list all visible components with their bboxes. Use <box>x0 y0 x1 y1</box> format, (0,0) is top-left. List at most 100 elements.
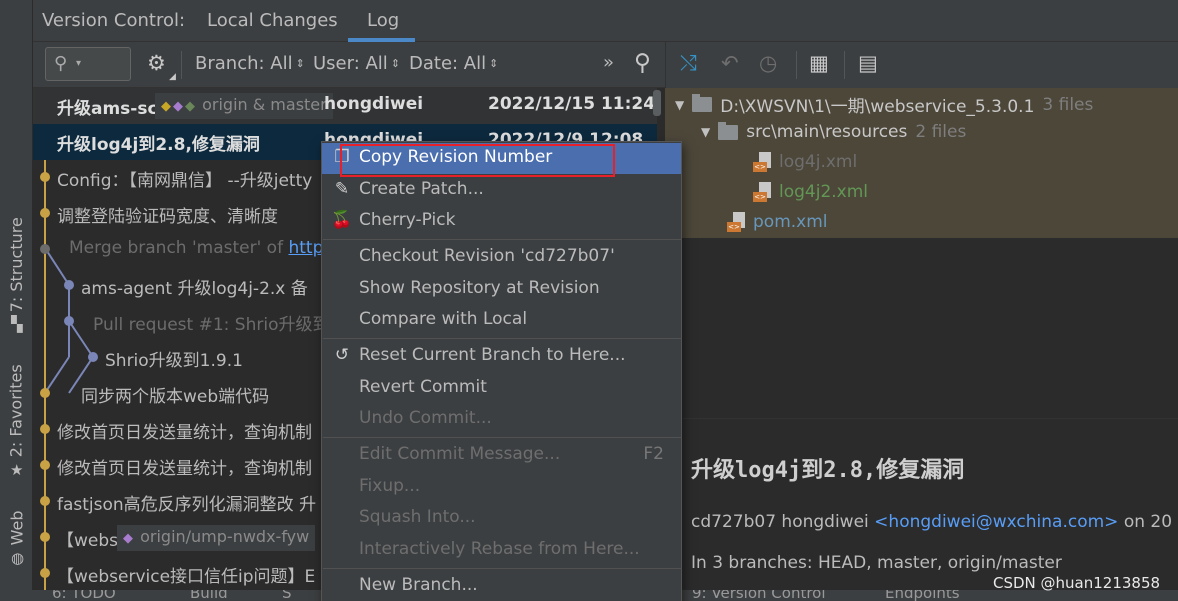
commit-subject: Config：【南网鼎信】 --升级jetty <box>57 171 313 191</box>
tab-local-changes[interactable]: Local Changes <box>207 10 338 31</box>
merge-subject-text: Merge branch 'master' of <box>69 238 289 258</box>
branch-label: ◆ origin/ump-nwdx-fyw <box>117 525 316 551</box>
menu-item-label: Undo Commit... <box>359 408 492 428</box>
search-input[interactable]: ⚲ ▾ <box>45 47 131 81</box>
gear-icon[interactable]: ⚙ <box>147 51 166 75</box>
todo-tool-tab[interactable]: 6: TODO <box>52 590 116 601</box>
author-email-link[interactable]: <hongdiwei@wxchina.com> <box>874 512 1118 532</box>
changes-toolbar: ⤭ ↶ ◷ ▦ ▤ <box>665 42 1178 88</box>
xml-file-icon: <> <box>753 152 771 172</box>
xml-file-icon: <> <box>753 182 771 202</box>
cherry-icon: 🍒 <box>331 210 353 230</box>
menu-item-label: Reset Current Branch to Here... <box>359 345 626 365</box>
menu-item-new-branch[interactable]: New Branch... <box>322 571 681 601</box>
menu-item-squash-into: Squash Into... <box>322 503 681 534</box>
tag-icon: ◆ <box>185 99 195 114</box>
history-icon[interactable]: ◷ <box>759 51 777 75</box>
web-tool-tab[interactable]: ◍ Web <box>0 500 33 575</box>
favorites-tool-tab[interactable]: ★ 2: Favorites <box>0 360 33 480</box>
menu-item-label: Compare with Local <box>359 309 528 329</box>
menu-item-reset-current-branch[interactable]: ↺ Reset Current Branch to Here... <box>322 341 681 372</box>
commit-subject: 升级ams-sc <box>57 99 158 119</box>
menu-item-revert-commit[interactable]: Revert Commit <box>322 373 681 404</box>
toolbar-divider <box>181 51 182 79</box>
menu-item-compare-with-local[interactable]: Compare with Local <box>322 305 681 336</box>
tab-log[interactable]: Log <box>367 10 399 31</box>
user-filter[interactable]: User: All ⇕ <box>313 53 400 74</box>
log-toolbar: ⚲ ▾ ⚙ ◢ Branch: All ⇕ User: All ⇕ Date: Al… <box>33 42 665 88</box>
updown-arrow-icon: ⇕ <box>390 57 401 70</box>
structure-tab-label: 7: Structure <box>7 216 27 312</box>
menu-item-create-patch[interactable]: ✎ Create Patch... <box>322 175 681 206</box>
folder-path: src\main\resources <box>746 122 908 142</box>
menu-separator <box>323 437 682 438</box>
undo-icon[interactable]: ↶ <box>721 51 739 75</box>
commit-subject: Pull request #1: Shrio升级到 <box>93 315 330 335</box>
folder-icon <box>718 121 739 140</box>
commit-subject: 升级log4j到2.8,修复漏洞 <box>57 135 260 155</box>
menu-item-label: Fixup... <box>359 476 421 496</box>
tree-file-pom[interactable]: <> pom.xml <box>727 212 828 232</box>
commit-subject: fastjson高危反序列化漏洞整改 升 <box>57 495 317 515</box>
favorites-tab-label: 2: Favorites <box>7 363 27 457</box>
layout-icon[interactable]: ▤ <box>858 51 878 75</box>
left-tool-strip: ▚ 7: Structure ★ 2: Favorites ◍ Web <box>0 0 33 601</box>
commit-date: 2022/12/15 11:24 <box>488 94 656 114</box>
commit-subject: 修改首页日发送量统计，查询机制 <box>57 459 312 479</box>
structure-tool-tab[interactable]: ▚ 7: Structure <box>0 208 33 338</box>
search-icon[interactable]: ⚲ <box>634 50 651 76</box>
commit-subject: Shrio升级到1.9.1 <box>105 351 243 371</box>
branch-label-text: origin & master <box>202 95 327 114</box>
file-name: log4j.xml <box>779 152 858 172</box>
structure-icon: ▚ <box>10 314 23 333</box>
date-filter[interactable]: Date: All ⇕ <box>409 53 498 74</box>
menu-item-label: Squash Into... <box>359 507 476 527</box>
commit-subject: Merge branch 'master' of http <box>69 238 323 258</box>
tree-file-log4j2[interactable]: <> log4j2.xml <box>753 182 868 202</box>
menu-item-cherry-pick[interactable]: 🍒 Cherry-Pick <box>322 206 681 237</box>
services-tool-tab[interactable]: S <box>282 590 292 601</box>
expand-triangle-icon: ▼ <box>675 97 685 112</box>
settings-dropdown-arrow-icon: ◢ <box>169 72 176 82</box>
commit-hash: cd727b07 <box>691 512 777 532</box>
star-icon: ★ <box>9 460 24 479</box>
version-control-tool-tab[interactable]: 9: Version Control <box>692 590 826 601</box>
tag-icon: ◆ <box>161 99 171 114</box>
menu-item-show-repository[interactable]: Show Repository at Revision <box>322 274 681 305</box>
menu-separator <box>323 338 682 339</box>
menu-item-edit-commit-message: Edit Commit Message... F2 <box>322 440 681 471</box>
commit-link[interactable]: http <box>288 238 323 258</box>
build-tool-tab[interactable]: Build <box>190 590 228 601</box>
user-filter-label: User: All <box>313 53 388 74</box>
date-filter-label: Date: All <box>409 53 487 74</box>
web-tab-label: Web <box>7 510 27 546</box>
menu-item-shortcut: F2 <box>643 444 664 464</box>
menu-item-checkout-revision[interactable]: Checkout Revision 'cd727b07' <box>322 242 681 273</box>
changed-files-empty-area <box>665 238 1178 418</box>
file-name: pom.xml <box>753 212 828 232</box>
commit-details-title: 升级log4j到2.8,修复漏洞 <box>691 458 965 483</box>
more-filters-button[interactable]: » <box>603 52 614 73</box>
commit-details-meta: cd727b07 hongdiwei <hongdiwei@wxchina.co… <box>691 512 1172 532</box>
tool-window-title: Version Control: <box>42 10 186 31</box>
menu-separator <box>323 239 682 240</box>
tree-node-folder[interactable]: ▼ src\main\resources 2 files <box>701 121 966 142</box>
undo-icon: ↺ <box>334 345 350 365</box>
merge-arrows-icon[interactable]: ⤭ <box>680 51 697 76</box>
commit-list-scrollbar[interactable] <box>653 90 661 116</box>
commit-subject: 【webservice接口信任ip问题】E <box>57 567 316 587</box>
menu-item-label: Create Patch... <box>359 179 484 199</box>
menu-separator <box>323 568 682 569</box>
tree-file-log4j[interactable]: <> log4j.xml <box>753 152 857 172</box>
commit-row[interactable]: 升级ams-sc ◆ ◆ ◆ origin & master hongdiwei 2… <box>33 88 657 124</box>
branch-filter-label: Branch: All <box>195 53 293 74</box>
endpoints-tool-tab[interactable]: Endpoints <box>885 590 960 601</box>
group-by-icon[interactable]: ▦ <box>809 51 829 75</box>
updown-arrow-icon: ⇕ <box>489 57 499 70</box>
menu-item-label: New Branch... <box>359 575 478 595</box>
commit-context-menu: ❐ Copy Revision Number ✎ Create Patch...… <box>321 141 682 601</box>
tree-node-root[interactable]: ▼ D:\XWSVN\1\一期\webservice_5.3.0.1 3 fil… <box>675 92 1093 117</box>
version-control-tab-bar: Version Control: Local Changes Log <box>33 0 1178 42</box>
branch-filter[interactable]: Branch: All ⇕ <box>195 53 305 74</box>
updown-arrow-icon: ⇕ <box>295 57 305 70</box>
